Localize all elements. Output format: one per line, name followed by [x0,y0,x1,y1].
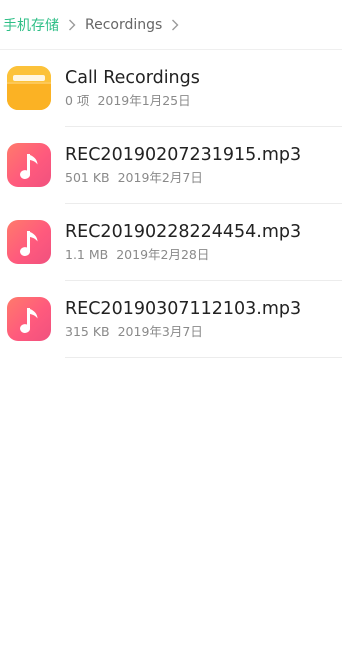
file-meta: 501 KB 2019年2月7日 [65,170,338,186]
file-date: 2019年3月7日 [117,324,203,339]
list-item-audio[interactable]: REC20190207231915.mp3 501 KB 2019年2月7日 [0,127,342,204]
file-size: 0 项 [65,93,90,108]
chevron-right-icon [59,19,85,31]
music-note-icon [7,220,51,264]
file-text: REC20190307112103.mp3 315 KB 2019年3月7日 [65,299,338,340]
file-text: REC20190228224454.mp3 1.1 MB 2019年2月28日 [65,222,338,263]
file-size: 315 KB [65,324,110,339]
file-date: 2019年2月28日 [116,247,210,262]
file-text: Call Recordings 0 项 2019年1月25日 [65,68,338,109]
folder-icon [7,66,51,110]
file-date: 2019年1月25日 [97,93,191,108]
file-size: 1.1 MB [65,247,109,262]
list-item-folder[interactable]: Call Recordings 0 项 2019年1月25日 [0,50,342,127]
file-meta: 0 项 2019年1月25日 [65,93,338,109]
file-name: Call Recordings [65,68,200,88]
divider [65,357,342,358]
breadcrumb: 手机存储 Recordings [0,0,342,50]
file-date: 2019年2月7日 [117,170,203,185]
file-browser-page: 手机存储 Recordings Call Recordings 0 项2019 [0,0,342,659]
chevron-right-icon [162,19,188,31]
list-item-audio[interactable]: REC20190307112103.mp3 315 KB 2019年3月7日 [0,281,342,358]
file-list: Call Recordings 0 项 2019年1月25日 REC2019020… [0,50,342,358]
file-text: REC20190207231915.mp3 501 KB 2019年2月7日 [65,145,338,186]
file-name: REC20190228224454.mp3 [65,222,302,242]
file-size: 501 KB [65,170,110,185]
file-meta: 315 KB 2019年3月7日 [65,324,338,340]
breadcrumb-root[interactable]: 手机存储 [3,15,59,35]
list-item-audio[interactable]: REC20190228224454.mp3 1.1 MB 2019年2月28日 [0,204,342,281]
file-name: REC20190307112103.mp3 [65,299,302,319]
file-name: REC20190207231915.mp3 [65,145,302,165]
breadcrumb-current[interactable]: Recordings [85,17,162,33]
music-note-icon [7,297,51,341]
music-note-icon [7,143,51,187]
file-meta: 1.1 MB 2019年2月28日 [65,247,338,263]
